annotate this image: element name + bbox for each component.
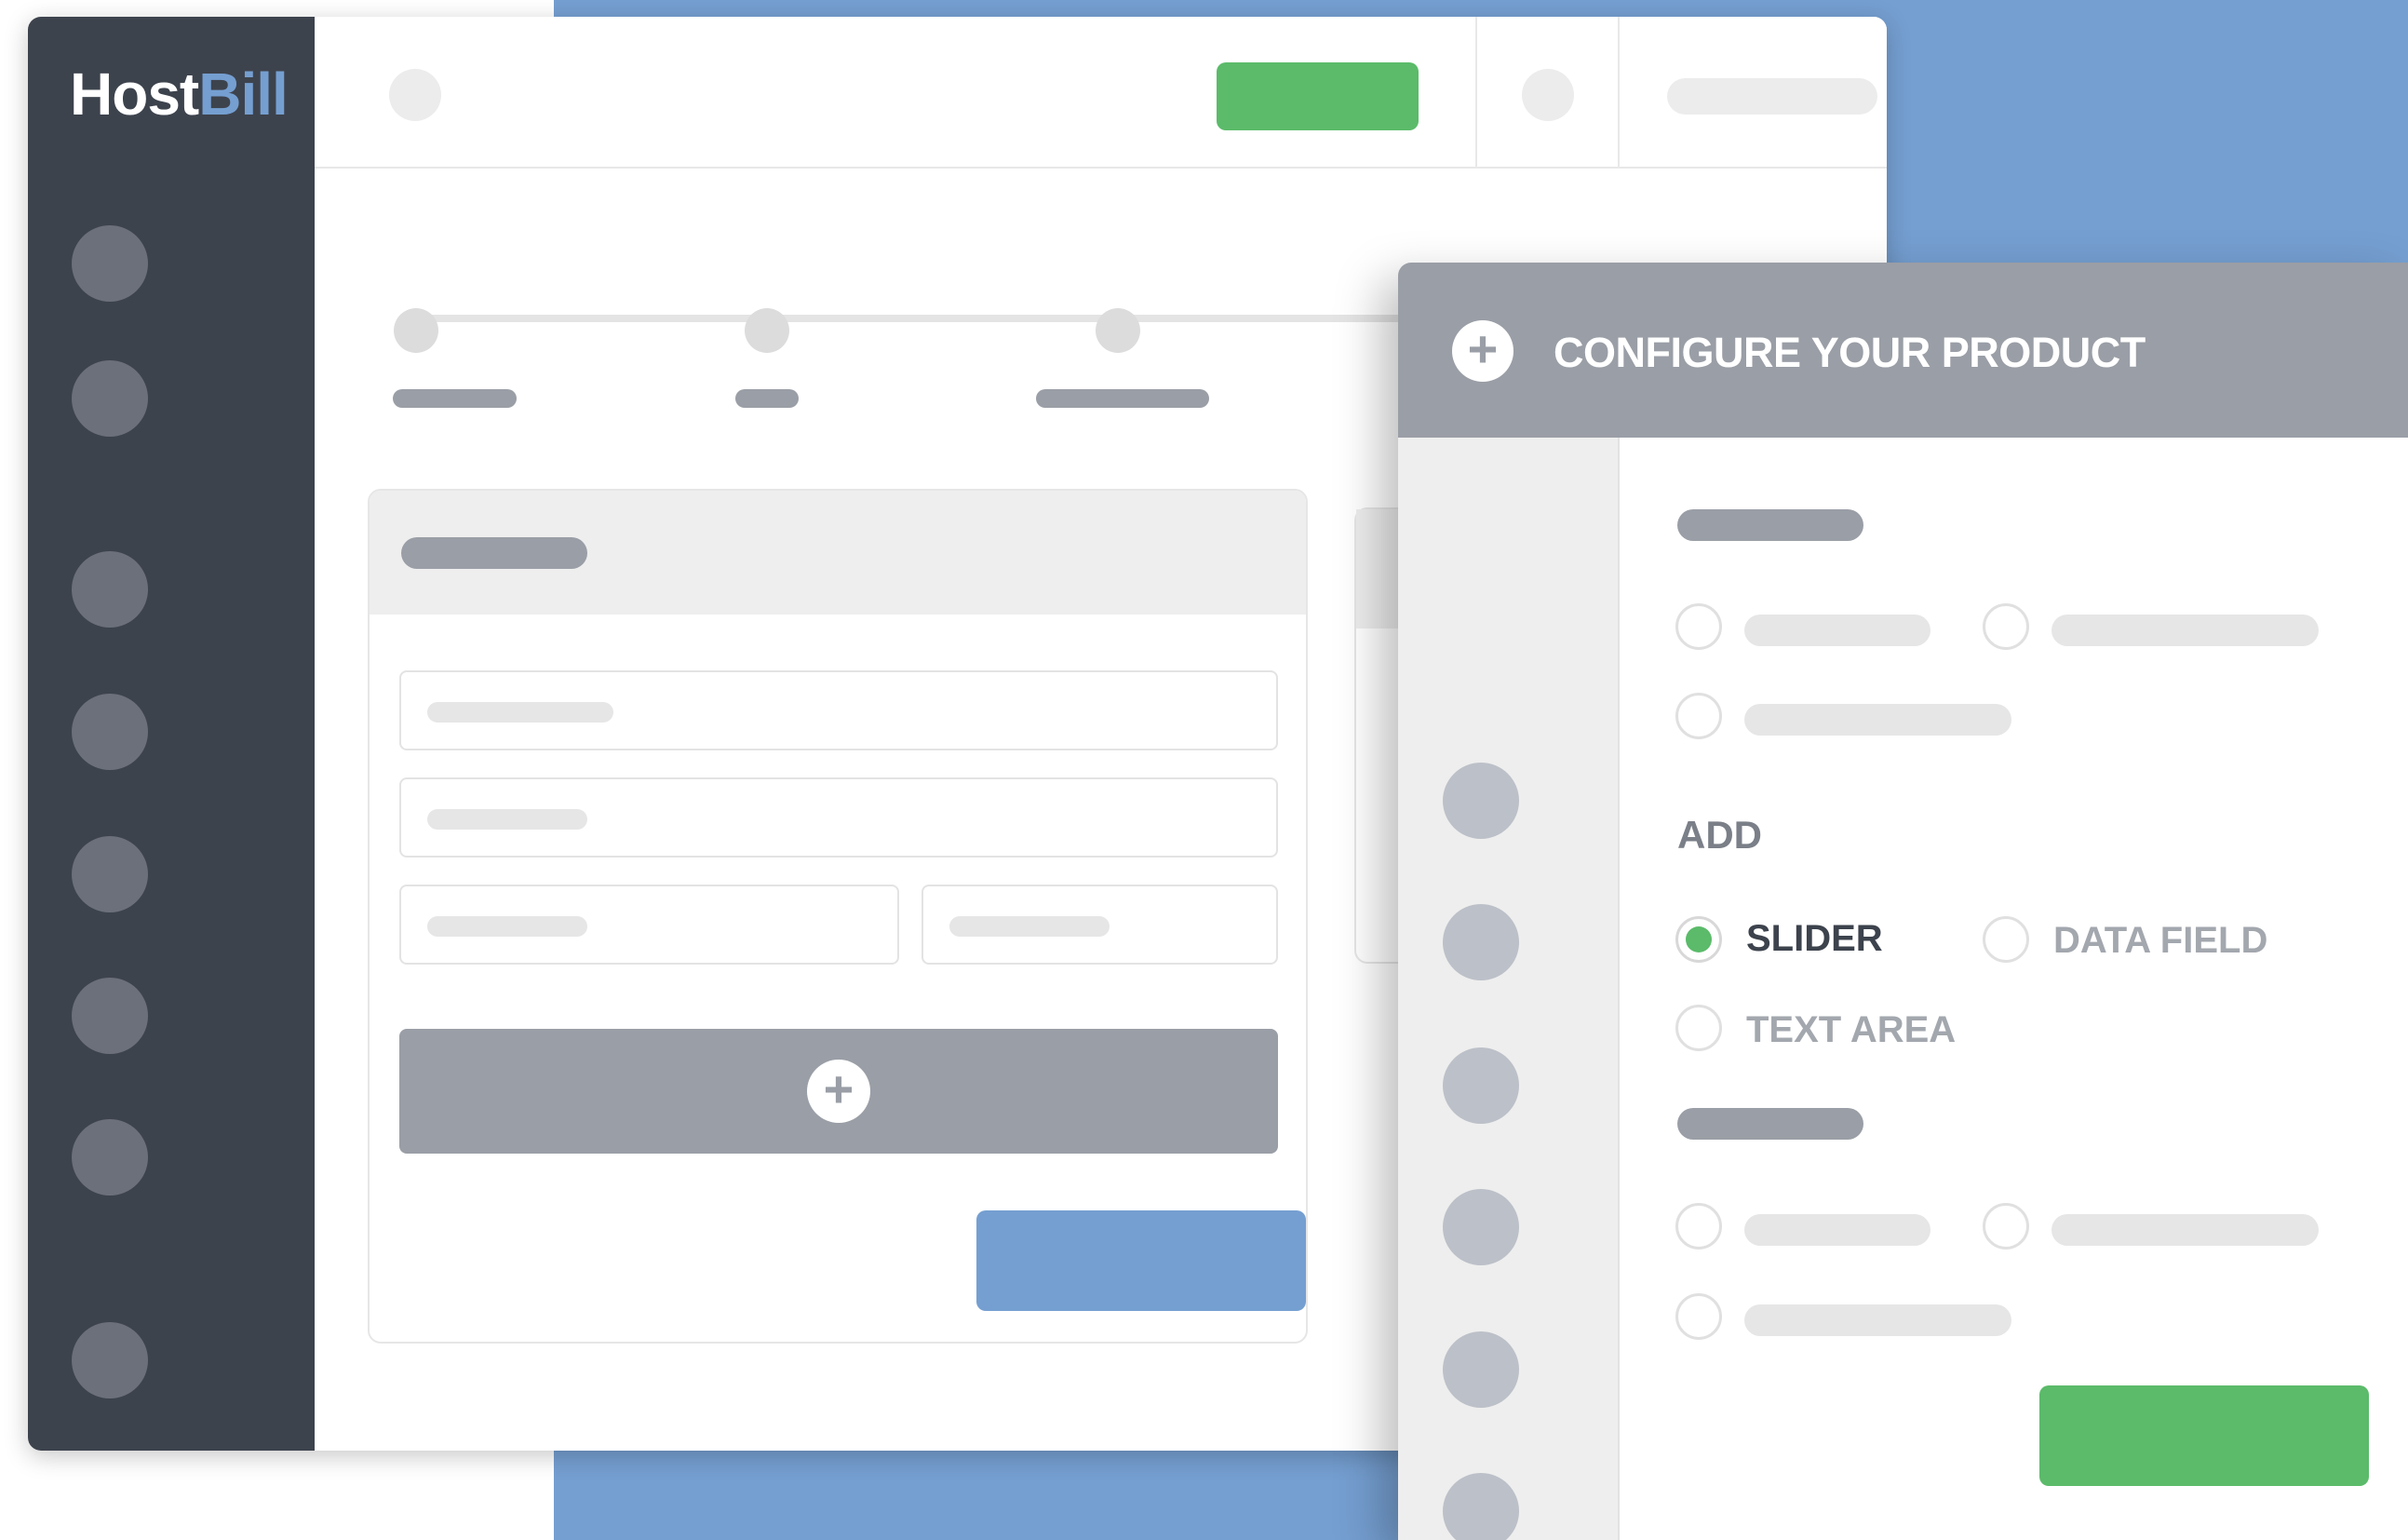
logo-host: Host (70, 61, 199, 128)
section-title-2 (1677, 1108, 1863, 1140)
text-field-3[interactable] (399, 885, 899, 965)
step-1-dot[interactable] (394, 308, 438, 353)
plus-icon: + (807, 1060, 870, 1123)
logo-bill: Bill (198, 61, 289, 128)
sidebar-nav-icon-4[interactable] (72, 694, 148, 770)
option-label-placeholder (2052, 615, 2319, 646)
menu-icon[interactable] (389, 69, 441, 121)
app-logo[interactable]: HostBill (70, 60, 289, 128)
user-menu[interactable] (1667, 78, 1877, 115)
data-field-option-label[interactable]: DATA FIELD (2053, 920, 2267, 962)
sidebar-nav-icon-7[interactable] (72, 1119, 148, 1196)
option-label-placeholder (1744, 615, 1930, 646)
top-bar-divider (1618, 17, 1620, 169)
text-field-4[interactable] (921, 885, 1278, 965)
top-bar-divider (1475, 17, 1477, 169)
panel-nav-icon-2[interactable] (1443, 904, 1519, 980)
top-bar (315, 17, 1887, 169)
slider-option-label[interactable]: SLIDER (1746, 918, 1883, 960)
add-item-bar[interactable]: + (399, 1029, 1278, 1154)
text-field-1[interactable] (399, 670, 1278, 750)
panel-nav-icon-5[interactable] (1443, 1331, 1519, 1408)
sidebar-nav-icon-5[interactable] (72, 836, 148, 912)
notification-icon[interactable] (1522, 69, 1574, 121)
sidebar-nav-icon-6[interactable] (72, 978, 148, 1054)
panel-side-nav (1398, 438, 1620, 1540)
primary-action-button[interactable] (1217, 62, 1419, 130)
sidebar-nav-icon-2[interactable] (72, 360, 148, 437)
panel-nav-icon-4[interactable] (1443, 1189, 1519, 1265)
field-placeholder (949, 916, 1110, 937)
option-label-placeholder (1744, 1304, 2011, 1336)
text-area-radio[interactable] (1675, 1005, 1722, 1051)
plus-icon[interactable]: + (1452, 320, 1513, 382)
submit-button[interactable] (976, 1210, 1306, 1311)
stepper-track (415, 315, 1439, 322)
sidebar-nav-icon-1[interactable] (72, 225, 148, 302)
radio-option[interactable] (1675, 603, 1722, 650)
sidebar-nav-icon-3[interactable] (72, 551, 148, 628)
form-card: + (368, 489, 1308, 1344)
option-label-placeholder (2052, 1214, 2319, 1246)
field-placeholder (427, 702, 613, 723)
panel-nav-icon-6[interactable] (1443, 1473, 1519, 1540)
step-3-label (1036, 389, 1209, 408)
text-area-option-label[interactable]: TEXT AREA (1746, 1009, 1956, 1051)
radio-option[interactable] (1675, 1293, 1722, 1340)
add-section-label: ADD (1677, 813, 1762, 857)
radio-option[interactable] (1675, 1203, 1722, 1250)
option-label-placeholder (1744, 704, 2011, 736)
step-1-label (393, 389, 517, 408)
step-2-label (735, 389, 799, 408)
step-2-dot[interactable] (745, 308, 789, 353)
radio-option[interactable] (1983, 603, 2029, 650)
panel-nav-icon-3[interactable] (1443, 1047, 1519, 1124)
field-placeholder (427, 916, 587, 937)
radio-option[interactable] (1675, 693, 1722, 739)
panel-title: CONFIGURE YOUR PRODUCT (1554, 329, 2146, 376)
panel-nav-icon-1[interactable] (1443, 763, 1519, 839)
data-field-radio[interactable] (1983, 916, 2029, 963)
configure-panel: + CONFIGURE YOUR PRODUCT ADD SLIDER DATA… (1398, 263, 2408, 1540)
form-card-header (370, 491, 1306, 615)
configure-panel-header: + CONFIGURE YOUR PRODUCT (1398, 263, 2408, 438)
confirm-button[interactable] (2039, 1385, 2369, 1486)
step-3-dot[interactable] (1096, 308, 1140, 353)
option-label-placeholder (1744, 1214, 1930, 1246)
form-card-title (401, 537, 587, 569)
sidebar-nav-icon-8[interactable] (72, 1322, 148, 1398)
text-field-2[interactable] (399, 777, 1278, 858)
sidebar: HostBill (28, 17, 315, 1451)
radio-option[interactable] (1983, 1203, 2029, 1250)
slider-radio[interactable] (1675, 916, 1722, 963)
field-placeholder (427, 809, 587, 830)
section-title-1 (1677, 509, 1863, 541)
